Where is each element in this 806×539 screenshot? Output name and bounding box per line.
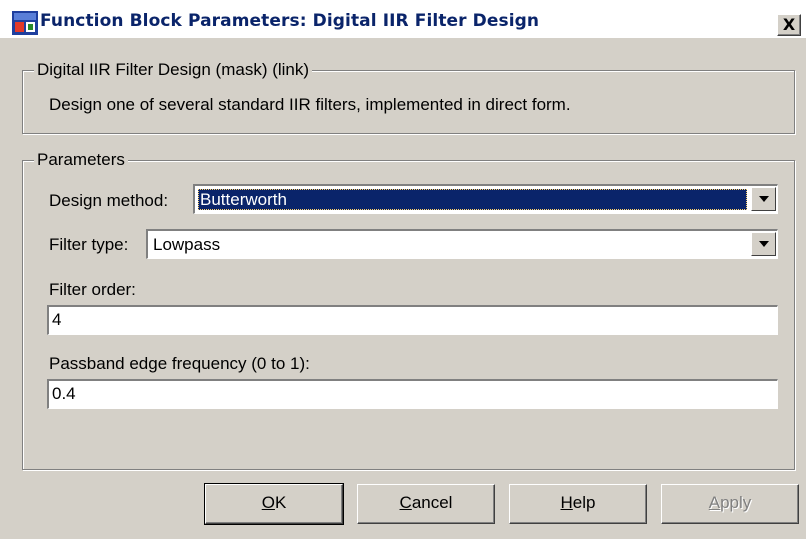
help-button[interactable]: Help — [509, 484, 647, 524]
help-mnemonic: H — [560, 493, 573, 512]
cancel-button[interactable]: Cancel — [357, 484, 495, 524]
ok-button[interactable]: OK — [204, 483, 344, 525]
cancel-label-rest: ancel — [411, 493, 453, 512]
ok-mnemonic: O — [261, 493, 275, 512]
passband-edge-frequency-label: Passband edge frequency (0 to 1): — [49, 354, 310, 373]
chevron-down-icon[interactable] — [751, 232, 776, 256]
design-method-label: Design method: — [49, 191, 169, 210]
block-description: Design one of several standard IIR filte… — [49, 95, 571, 114]
parameters-group-legend: Parameters — [34, 150, 128, 170]
chevron-down-icon[interactable] — [751, 187, 776, 211]
close-button[interactable]: X — [777, 14, 801, 36]
help-label-rest: elp — [572, 493, 596, 512]
filter-type-dropdown[interactable]: Lowpass — [146, 229, 778, 259]
design-method-dropdown[interactable]: Butterworth — [193, 184, 778, 214]
filter-type-label: Filter type: — [49, 235, 129, 254]
cancel-mnemonic: C — [399, 493, 412, 512]
title-bar[interactable]: Function Block Parameters: Digital IIR F… — [0, 0, 806, 38]
simulink-block-icon — [12, 11, 38, 35]
filter-order-field[interactable]: 4 — [47, 305, 778, 335]
mask-group-legend: Digital IIR Filter Design (mask) (link) — [34, 60, 313, 80]
passband-edge-frequency-field[interactable]: 0.4 — [47, 379, 778, 409]
filter-type-value: Lowpass — [153, 235, 221, 254]
window-title: Function Block Parameters: Digital IIR F… — [40, 11, 540, 31]
apply-label-rest: pply — [720, 493, 752, 512]
filter-order-label: Filter order: — [49, 280, 136, 299]
apply-button: Apply — [661, 484, 799, 524]
ok-label-rest: K — [274, 493, 287, 512]
close-icon: X — [782, 15, 796, 34]
apply-mnemonic: A — [708, 493, 721, 512]
design-method-value: Butterworth — [198, 189, 747, 210]
